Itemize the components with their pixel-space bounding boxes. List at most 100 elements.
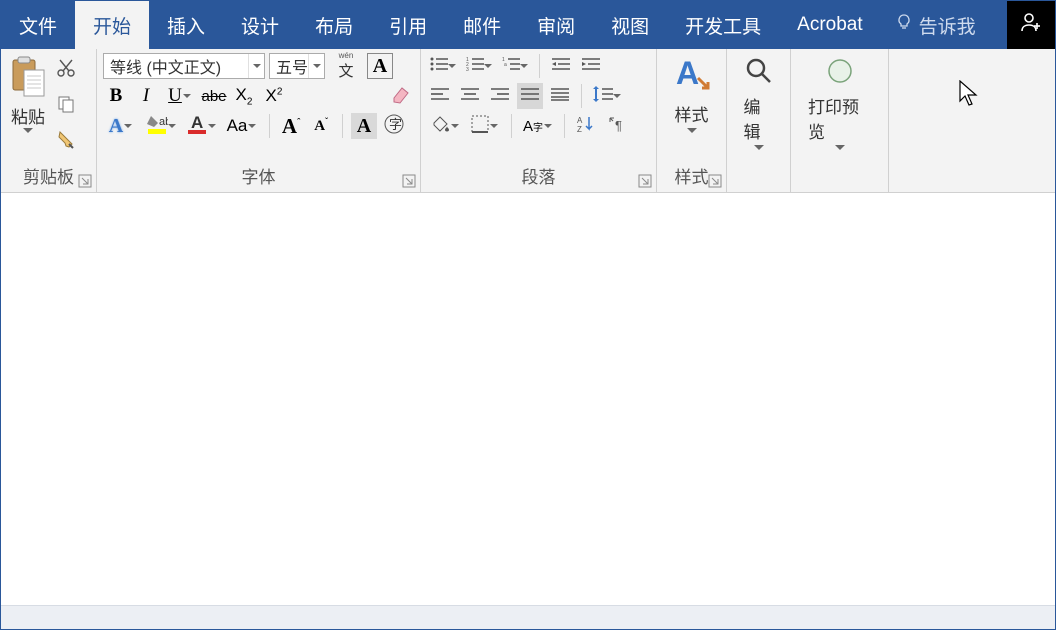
paragraph-launcher[interactable] — [638, 174, 652, 188]
text-effects-button[interactable]: A — [103, 113, 139, 139]
clipboard-paste-icon — [10, 56, 46, 103]
align-center-button[interactable] — [457, 83, 483, 109]
svg-text:Z: Z — [577, 125, 582, 133]
styles-button[interactable]: A 样式 — [661, 53, 723, 159]
indent-icon — [582, 57, 600, 76]
paste-button[interactable]: 粘贴 — [7, 53, 49, 159]
tab-developer[interactable]: 开发工具 — [667, 1, 779, 49]
enclose-char-button[interactable]: 字 — [381, 113, 407, 139]
tab-home[interactable]: 开始 — [75, 1, 149, 49]
copy-icon — [56, 94, 76, 119]
document-area[interactable] — [1, 193, 1055, 605]
character-border-button[interactable]: A — [367, 53, 393, 79]
decrease-indent-button[interactable] — [548, 53, 574, 79]
dropdown-icon — [754, 145, 764, 151]
sort-icon: AZ — [577, 115, 595, 138]
superscript-button[interactable]: X2 — [261, 83, 287, 109]
font-name-value: 等线 (中文正文) — [104, 54, 248, 78]
svg-text:A: A — [577, 116, 583, 125]
align-left-button[interactable] — [427, 83, 453, 109]
shrink-font-icon: Aˇ — [314, 117, 328, 135]
dropdown-icon — [123, 124, 133, 129]
bullets-button[interactable] — [427, 53, 459, 79]
tab-file[interactable]: 文件 — [1, 1, 75, 49]
tab-review[interactable]: 审阅 — [519, 1, 593, 49]
letter-a-boxed-icon: A — [373, 55, 387, 78]
justify-button[interactable] — [517, 83, 543, 109]
distributed-button[interactable] — [547, 83, 573, 109]
font-size-combo[interactable]: 五号 — [269, 53, 325, 79]
underline-button[interactable]: U — [163, 83, 197, 109]
editing-button[interactable]: 编辑 — [733, 53, 785, 164]
copy-button[interactable] — [53, 93, 79, 119]
align-right-button[interactable] — [487, 83, 513, 109]
grow-font-button[interactable]: Aˆ — [278, 113, 304, 139]
shading-button[interactable] — [427, 113, 463, 139]
underline-icon: U — [168, 85, 182, 107]
group-editing: 编辑 — [727, 49, 791, 192]
group-print-preview: 打印预览 — [791, 49, 889, 192]
align-left-icon — [431, 87, 449, 106]
tell-me[interactable]: 告诉我 — [881, 1, 990, 49]
align-center-icon — [461, 87, 479, 106]
multilevel-list-button[interactable]: 1a — [499, 53, 531, 79]
tab-design[interactable]: 设计 — [223, 1, 297, 49]
cut-button[interactable] — [53, 57, 79, 83]
outdent-icon — [552, 57, 570, 76]
font-color-button[interactable]: A — [183, 113, 219, 139]
shrink-font-button[interactable]: Aˇ — [308, 113, 334, 139]
tab-view[interactable]: 视图 — [593, 1, 667, 49]
account-button[interactable] — [1007, 1, 1055, 49]
char-shading-button[interactable]: A — [351, 113, 377, 139]
tab-acrobat[interactable]: Acrobat — [779, 1, 880, 49]
group-label-styles: 样式 — [657, 161, 726, 192]
numbering-button[interactable]: 123 — [463, 53, 495, 79]
clear-formatting-button[interactable] — [388, 83, 414, 109]
increase-indent-button[interactable] — [578, 53, 604, 79]
font-name-combo[interactable]: 等线 (中文正文) — [103, 53, 265, 79]
numbering-icon: 123 — [466, 57, 484, 76]
text-effects-icon: A — [109, 115, 123, 138]
group-styles: A 样式 样式 — [657, 49, 727, 192]
show-marks-button[interactable]: ¶ — [603, 113, 629, 139]
ribbon-tabs: 文件 开始 插入 设计 布局 引用 邮件 审阅 视图 开发工具 Acrobat … — [1, 1, 1055, 49]
tab-insert[interactable]: 插入 — [149, 1, 223, 49]
dropdown-icon — [208, 124, 216, 129]
print-preview-button[interactable]: 打印预览 — [797, 53, 882, 164]
phonetic-guide-button[interactable]: wén 文 — [329, 53, 363, 79]
dropdown-icon — [450, 124, 460, 129]
strikethrough-button[interactable]: abe — [201, 83, 227, 109]
scissors-icon — [56, 58, 76, 83]
italic-icon: I — [143, 85, 149, 107]
subscript-button[interactable]: X2 — [231, 83, 257, 109]
svg-text:3: 3 — [466, 67, 469, 71]
line-spacing-button[interactable] — [590, 83, 624, 109]
dropdown-icon — [484, 64, 492, 69]
pilcrow-icon: ¶ — [607, 115, 625, 138]
borders-button[interactable] — [467, 113, 503, 139]
dropdown-icon — [687, 128, 697, 134]
sort-button[interactable]: AZ — [573, 113, 599, 139]
font-launcher[interactable] — [402, 174, 416, 188]
superscript-icon: X2 — [266, 86, 283, 106]
italic-button[interactable]: I — [133, 83, 159, 109]
asian-layout-button[interactable]: A字 — [520, 113, 556, 139]
change-case-button[interactable]: Aa — [223, 113, 261, 139]
format-painter-button[interactable] — [53, 129, 79, 155]
bold-button[interactable]: B — [103, 83, 129, 109]
tab-mailings[interactable]: 邮件 — [445, 1, 519, 49]
line-spacing-icon — [593, 86, 613, 107]
brush-icon — [56, 130, 76, 155]
dropdown-icon — [247, 124, 257, 129]
svg-text:A: A — [676, 56, 699, 91]
tab-references[interactable]: 引用 — [371, 1, 445, 49]
tell-me-text: 告诉我 — [919, 12, 976, 39]
person-add-icon — [1019, 10, 1043, 40]
tab-layout[interactable]: 布局 — [297, 1, 371, 49]
highlight-button[interactable]: ab — [143, 113, 179, 139]
clipboard-launcher[interactable] — [78, 174, 92, 188]
styles-launcher[interactable] — [708, 174, 722, 188]
dropdown-icon — [520, 64, 528, 69]
pinyin-text: wén — [339, 51, 354, 60]
status-bar — [1, 605, 1055, 629]
